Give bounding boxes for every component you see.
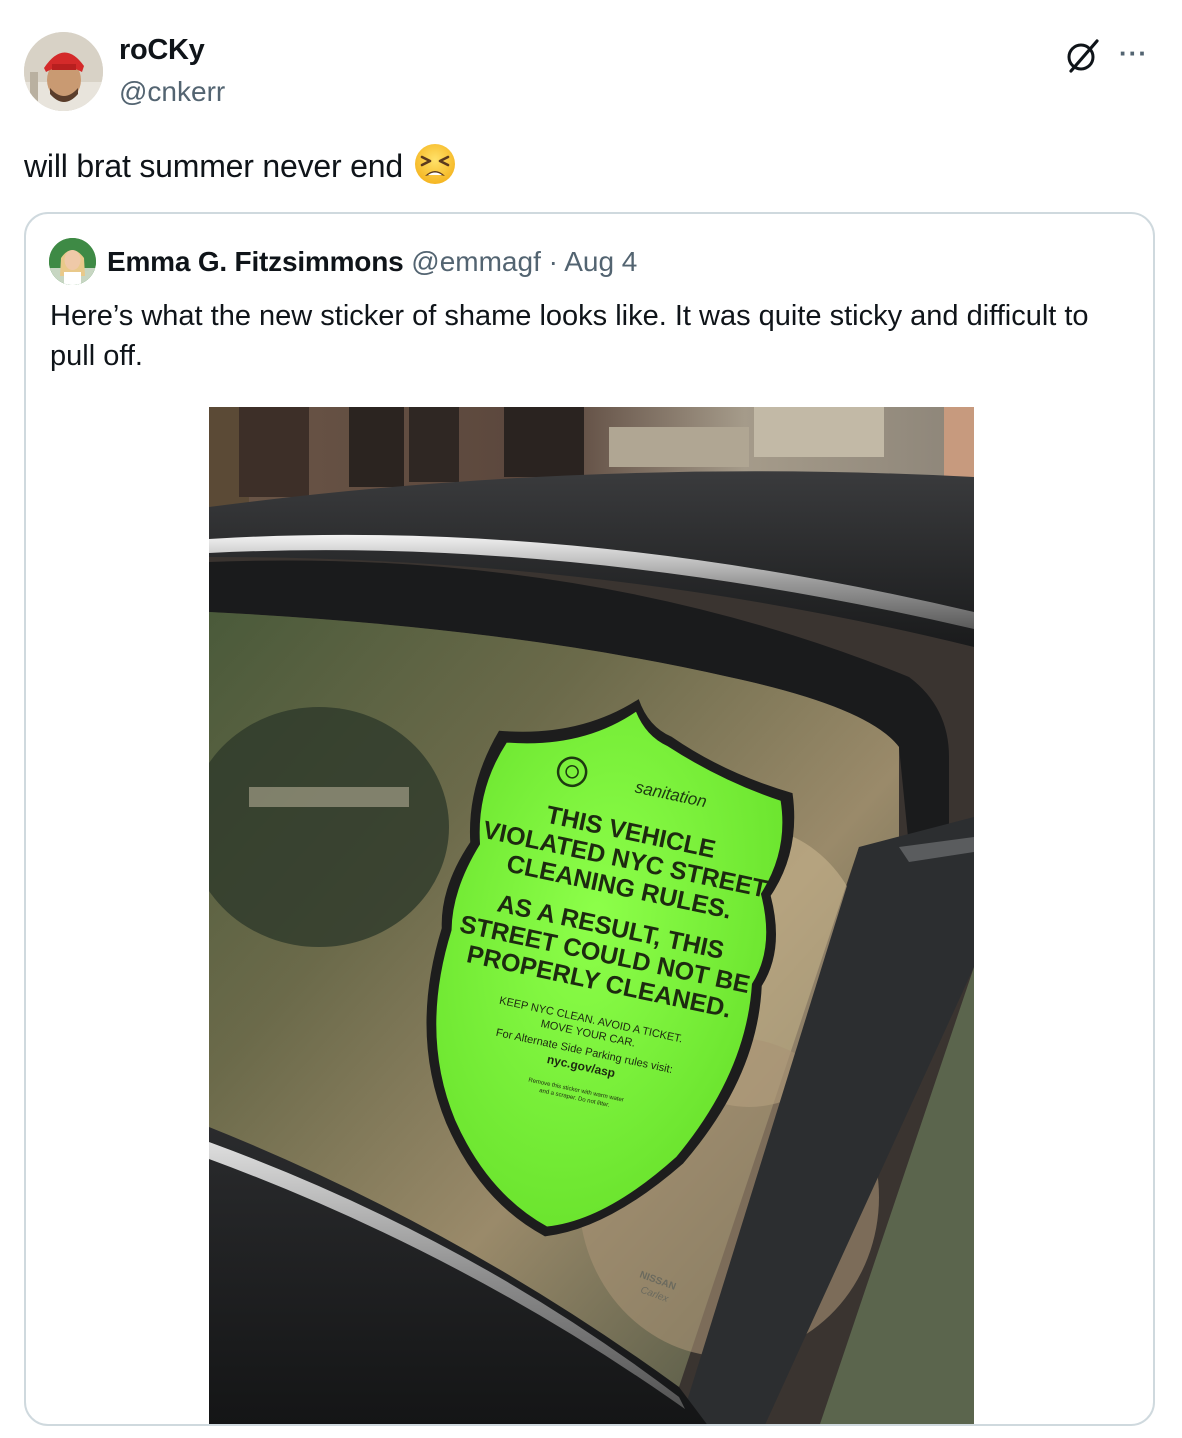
quoted-tweet-header: Emma G. Fitzsimmons @emmagf · Aug 4 (107, 246, 637, 278)
quoted-author-handle[interactable]: @emmagf (411, 246, 541, 277)
quoted-author-name[interactable]: Emma G. Fitzsimmons (107, 246, 404, 277)
meta-separator: · (540, 246, 565, 277)
tired-face-emoji-icon (413, 142, 457, 186)
author-handle[interactable]: @cnkerr (119, 76, 225, 108)
quoted-tweet-photo[interactable]: sanitation THIS VEHICLE VIOLATED NYC STR… (209, 407, 974, 1424)
tweet-text: will brat summer never end (24, 147, 403, 184)
quoted-author-avatar[interactable] (49, 238, 96, 285)
author-avatar[interactable] (24, 32, 103, 111)
quoted-tweet-card[interactable]: Emma G. Fitzsimmons @emmagf · Aug 4 Here… (24, 212, 1155, 1426)
quoted-tweet-text: Here’s what the new sticker of shame loo… (50, 300, 1089, 372)
more-options-icon[interactable]: ··· (1119, 38, 1148, 69)
tweet-text-row: will brat summer never end (24, 144, 457, 186)
author-name[interactable]: roCKy (119, 34, 205, 67)
quoted-tweet-date[interactable]: Aug 4 (564, 246, 637, 277)
grok-icon[interactable] (1063, 35, 1103, 75)
